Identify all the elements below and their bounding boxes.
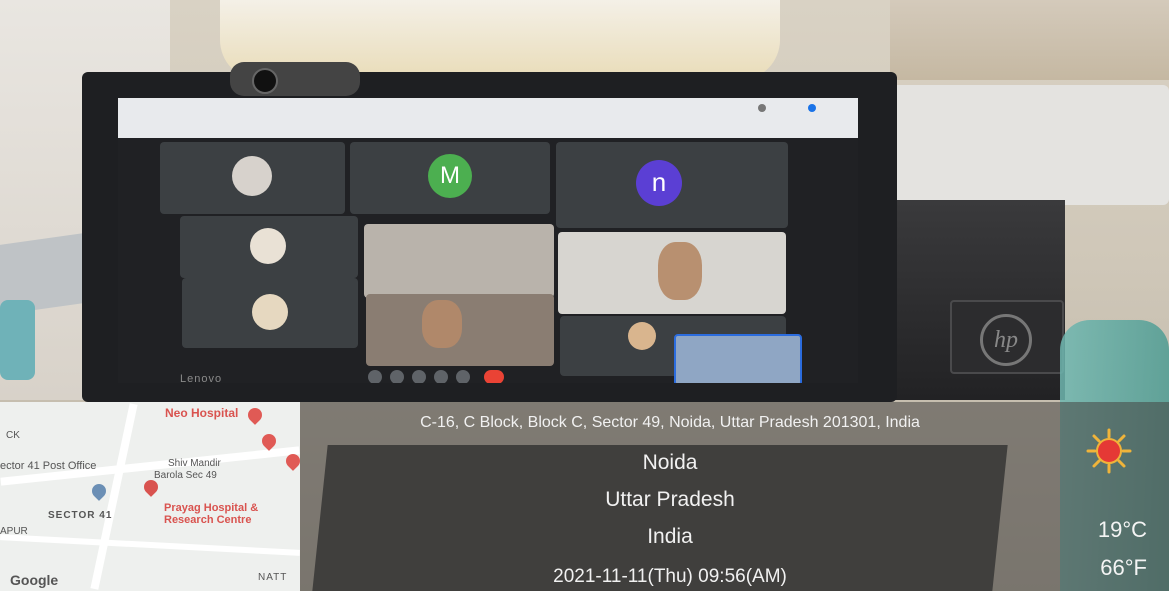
temperature-celsius: 19°C xyxy=(1097,517,1147,542)
participant-face xyxy=(422,300,462,348)
post-office-pin-icon xyxy=(89,481,109,501)
hp-logo: hp xyxy=(950,300,1064,374)
address-text: C-16, C Block, Block C, Sector 49, Noida… xyxy=(420,414,920,431)
participant-video xyxy=(558,232,786,314)
state-text: Uttar Pradesh xyxy=(605,488,735,511)
map-label: ector 41 Post Office xyxy=(0,460,97,472)
video-call-screen: M n xyxy=(118,98,858,383)
temperature-fahrenheit: 66°F xyxy=(1100,555,1147,580)
bottle-left xyxy=(0,300,35,380)
more-icon[interactable] xyxy=(456,370,470,383)
google-logo: Google xyxy=(10,572,59,588)
end-call-icon[interactable] xyxy=(484,370,504,383)
participant-avatar xyxy=(252,294,288,330)
sun-icon xyxy=(1086,428,1132,474)
participant-tile: M xyxy=(350,142,550,214)
participant-avatar-m: M xyxy=(428,154,472,198)
map-road xyxy=(0,534,300,556)
map-label: SECTOR 41 xyxy=(48,510,113,521)
photo-scene: hp M n Lenovo CK Neo Hospital ector 41 P… xyxy=(0,0,1169,591)
browser-bar xyxy=(118,98,858,138)
map-label: Neo Hospital xyxy=(165,406,239,420)
map-label: Prayag Hospital & xyxy=(164,502,259,514)
printer xyxy=(870,85,1169,205)
mic-icon[interactable] xyxy=(368,370,382,383)
map-label: APUR xyxy=(0,526,28,537)
participant-face xyxy=(658,242,702,300)
participant-video xyxy=(366,294,554,366)
monitor-brand: Lenovo xyxy=(180,373,223,385)
location-map: CK Neo Hospital ector 41 Post Office Shi… xyxy=(0,402,300,591)
participant-avatar xyxy=(232,156,272,196)
participant-tile xyxy=(160,142,345,214)
map-label: Research Centre xyxy=(164,514,252,526)
map-label: NATT xyxy=(258,572,288,583)
participant-tile xyxy=(180,216,358,278)
map-label: Barola Sec 49 xyxy=(154,470,217,481)
present-icon[interactable] xyxy=(412,370,426,383)
datetime-text: 2021-11-11(Thu) 09:56(AM) xyxy=(553,566,787,587)
participant-video xyxy=(364,224,554,298)
shelf-background xyxy=(890,0,1169,80)
map-label: Shiv Mandir xyxy=(168,458,221,469)
profile-icon xyxy=(808,104,816,112)
browser-icon xyxy=(758,104,766,112)
participant-tile: n xyxy=(556,142,788,228)
participant-avatar xyxy=(250,228,286,264)
self-view-video xyxy=(674,334,802,383)
participant-tile xyxy=(182,278,358,348)
camera-icon[interactable] xyxy=(390,370,404,383)
webcam xyxy=(230,62,360,96)
map-label: CK xyxy=(6,430,20,441)
city-text: Noida xyxy=(642,451,698,474)
call-toolbar xyxy=(368,368,548,383)
country-text: India xyxy=(647,525,693,548)
hospital-pin-icon xyxy=(245,405,265,425)
raise-hand-icon[interactable] xyxy=(434,370,448,383)
hp-logo-mark: hp xyxy=(980,314,1032,366)
participant-avatar xyxy=(628,322,656,350)
participant-avatar-n: n xyxy=(636,160,682,206)
